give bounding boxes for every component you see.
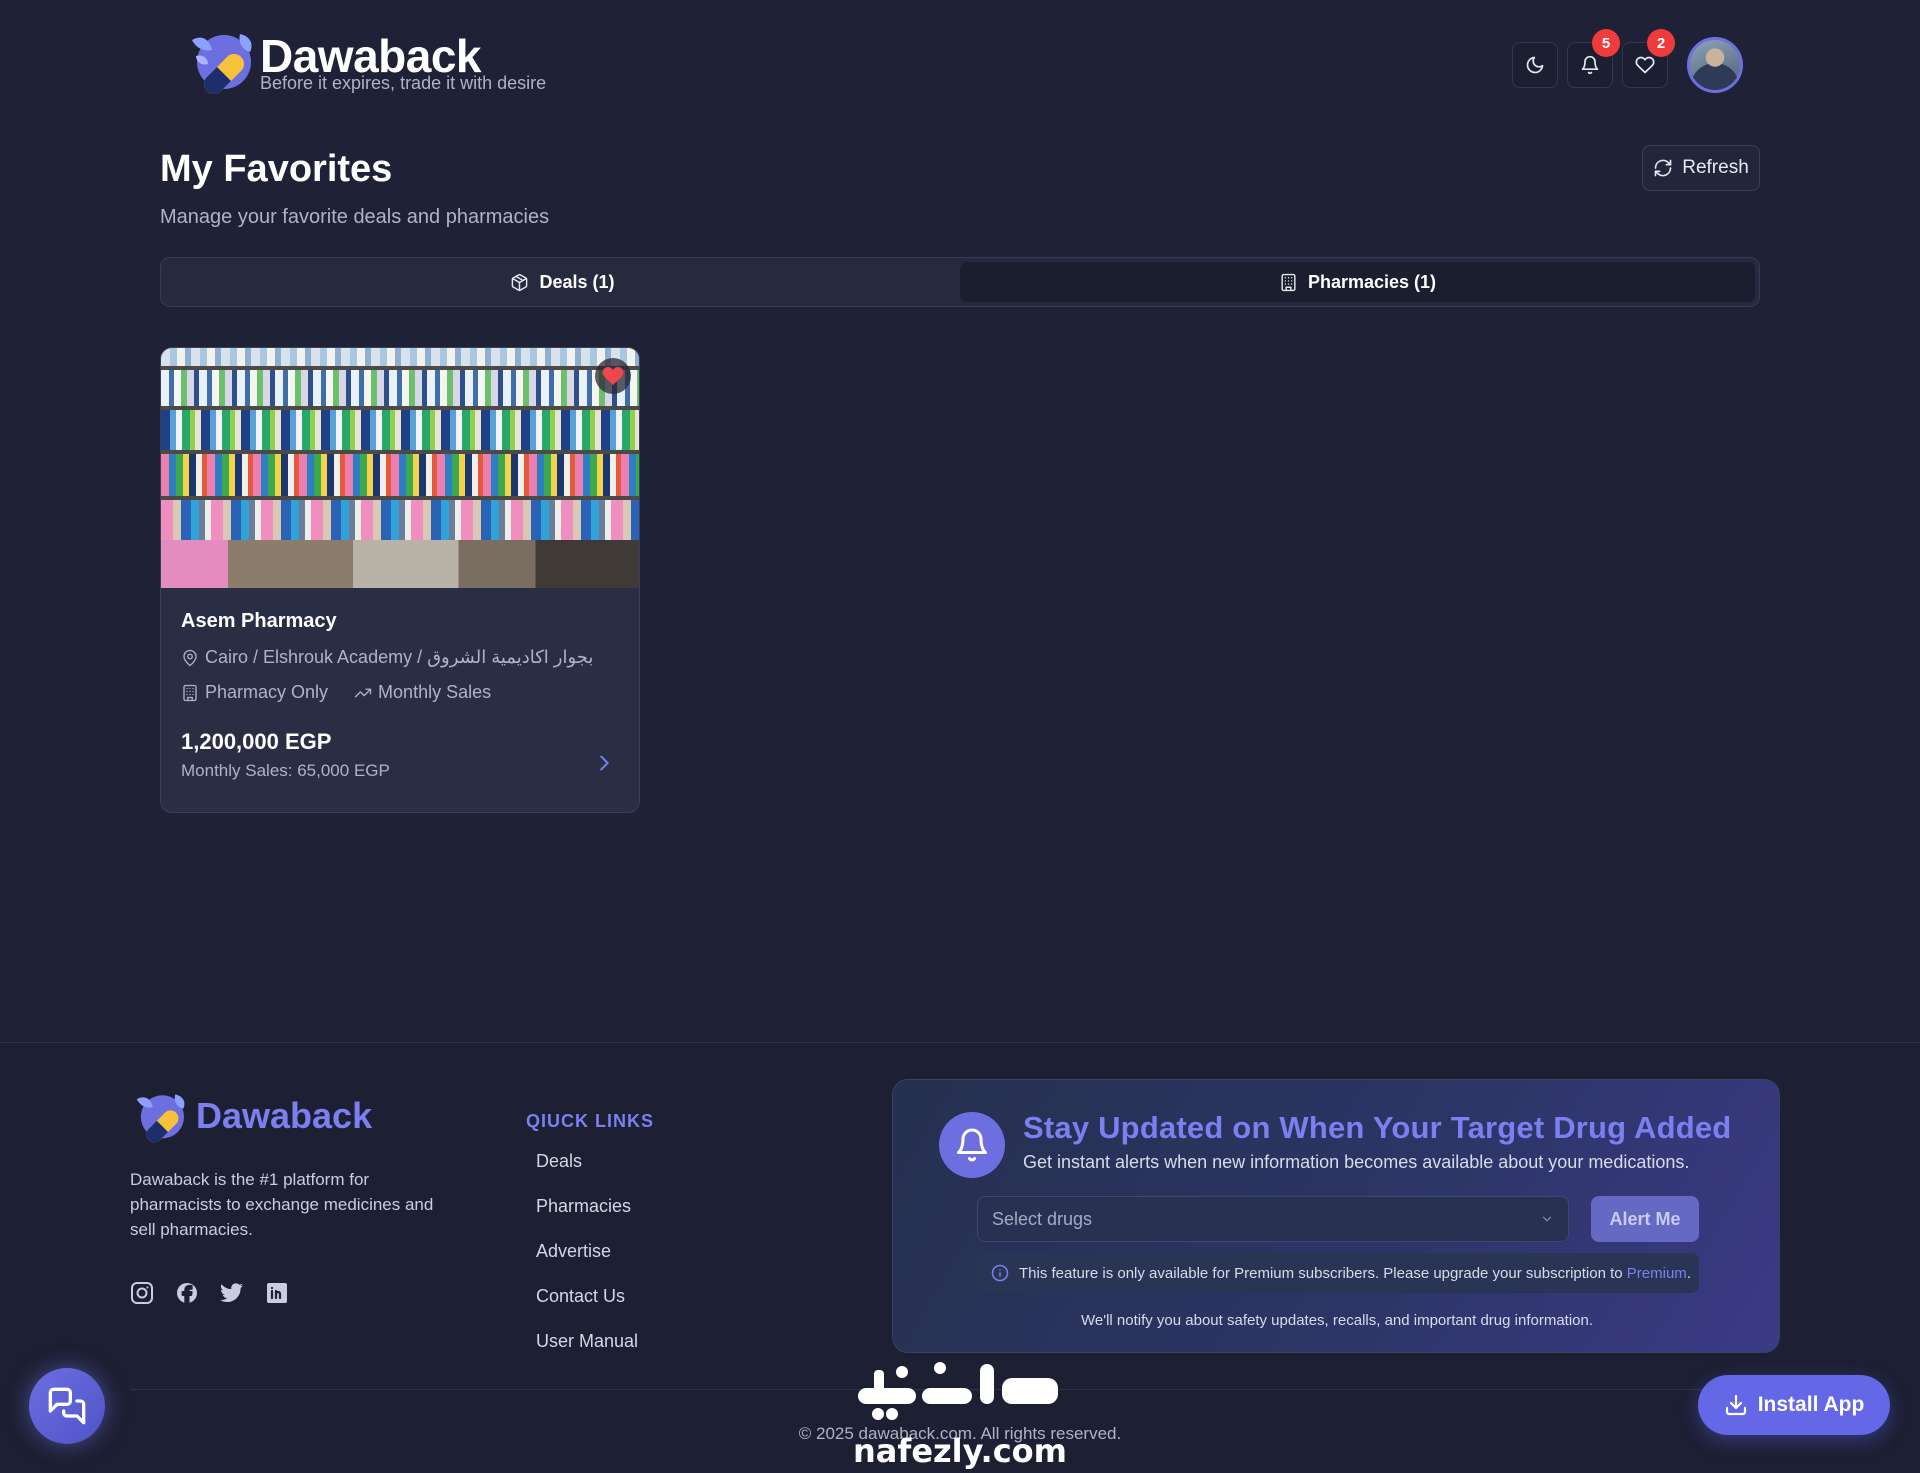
pharmacy-name: Asem Pharmacy — [181, 610, 337, 632]
premium-link[interactable]: Premium — [1627, 1265, 1687, 1282]
footer-link-contact-us[interactable]: Contact Us — [536, 1284, 638, 1329]
footer-link-user-manual[interactable]: User Manual — [536, 1329, 638, 1374]
refresh-icon — [1654, 159, 1672, 177]
facebook-link[interactable] — [175, 1281, 199, 1305]
svg-text:nafezly.com: nafezly.com — [853, 1432, 1067, 1470]
premium-notice-suffix: . — [1686, 1264, 1691, 1282]
trending-up-icon — [354, 688, 372, 697]
header-actions: 5 2 — [1512, 29, 1743, 93]
linkedin-icon — [267, 1283, 287, 1303]
chevron-right-icon — [600, 755, 609, 771]
user-avatar[interactable] — [1687, 37, 1743, 93]
heart-filled-icon — [602, 366, 624, 385]
footer-brand-name: Dawaback — [196, 1095, 373, 1136]
download-icon — [1725, 1394, 1746, 1416]
favorite-toggle-button[interactable] — [595, 358, 631, 394]
pharmacy-photo — [161, 348, 639, 588]
chat-button[interactable] — [29, 1368, 105, 1444]
linkedin-link[interactable] — [265, 1281, 289, 1305]
facebook-icon — [177, 1283, 197, 1304]
favorites-count-badge: 2 — [1647, 29, 1675, 57]
favorites-tabs: Deals (1) Pharmacies (1) — [160, 257, 1760, 307]
footer-link-pharmacies[interactable]: Pharmacies — [536, 1194, 638, 1239]
footer-link-advertise[interactable]: Advertise — [536, 1239, 638, 1284]
refresh-button[interactable]: Refresh — [1642, 145, 1760, 191]
chevron-down-icon — [1542, 1216, 1552, 1222]
alert-footnote: We'll notify you about safety updates, r… — [1080, 1312, 1594, 1329]
premium-notice: This feature is only available for Premi… — [977, 1253, 1699, 1293]
quick-links-list: Deals Pharmacies Advertise Contact Us Us… — [536, 1149, 638, 1374]
pharmacy-card[interactable]: Asem Pharmacy Cairo / Elshrouk Academy /… — [160, 347, 640, 813]
dawaback-logo-icon — [136, 1094, 185, 1143]
notifications-button[interactable]: 5 — [1567, 29, 1620, 88]
tab-pharmacies[interactable]: Pharmacies (1) — [960, 262, 1755, 302]
notifications-count-badge: 5 — [1592, 29, 1620, 57]
card-open-button[interactable] — [593, 752, 615, 774]
social-links — [130, 1281, 289, 1305]
alert-bell-badge — [939, 1112, 1005, 1178]
quick-links-title: QIUCK LINKS — [526, 1111, 654, 1131]
page-subtitle: Manage your favorite deals and pharmacie… — [160, 206, 550, 228]
instagram-icon — [131, 1282, 153, 1304]
drug-alert-panel: Stay Updated on When Your Target Drug Ad… — [892, 1079, 1780, 1353]
pharmacy-tags: Pharmacy Only Monthly Sales — [181, 682, 619, 703]
premium-notice-text: This feature is only available for Premi… — [1019, 1264, 1623, 1282]
twitter-link[interactable] — [220, 1281, 244, 1305]
dawaback-logo-icon — [192, 34, 252, 94]
heart-icon — [1635, 56, 1655, 74]
pharmacy-type-tag: Pharmacy Only — [205, 682, 329, 702]
moon-icon — [1526, 56, 1544, 74]
alert-subtitle: Get instant alerts when new information … — [1023, 1152, 1690, 1172]
package-icon — [512, 273, 528, 291]
building-icon — [183, 684, 197, 701]
instagram-link[interactable] — [130, 1281, 154, 1305]
alert-me-button[interactable]: Alert Me — [1591, 1196, 1699, 1242]
sales-type-tag: Monthly Sales — [378, 682, 492, 702]
location-text: Cairo / Elshrouk Academy / بجوار اكاديمي… — [205, 647, 594, 667]
favorites-button[interactable]: 2 — [1622, 29, 1675, 88]
install-app-button[interactable]: Install App — [1698, 1375, 1890, 1435]
chat-bubbles-icon — [48, 1387, 86, 1425]
page-title: My Favorites — [160, 148, 393, 190]
footer-link-deals[interactable]: Deals — [536, 1149, 638, 1194]
theme-toggle-button[interactable] — [1512, 42, 1558, 88]
brand-tagline: Before it expires, trade it with desire — [260, 73, 547, 93]
footer-brand[interactable]: Dawaback — [130, 1088, 372, 1144]
top-header: Dawaback Before it expires, trade it wit… — [0, 0, 1920, 120]
tab-deals-label: Deals (1) — [539, 271, 615, 292]
pharmacy-price: 1,200,000 EGP — [181, 729, 332, 754]
brand-home-link[interactable]: Dawaback Before it expires, trade it wit… — [184, 26, 546, 96]
drug-select[interactable]: Select drugs — [977, 1196, 1569, 1242]
pharmacy-monthly-sales: Monthly Sales: 65,000 EGP — [181, 761, 390, 780]
pharmacy-location: Cairo / Elshrouk Academy / بجوار اكاديمي… — [181, 647, 619, 668]
install-app-label: Install App — [1757, 1393, 1865, 1416]
twitter-icon — [220, 1283, 243, 1302]
nafezly-watermark-logo: nafezly.com — [853, 1362, 1067, 1470]
info-icon — [991, 1264, 1009, 1282]
building-icon — [1281, 273, 1296, 291]
tab-pharmacies-label: Pharmacies (1) — [1307, 271, 1437, 292]
drug-select-placeholder: Select drugs — [992, 1208, 1093, 1229]
bell-icon — [957, 1128, 987, 1162]
footer-description: Dawaback is the #1 platform for pharmaci… — [130, 1170, 434, 1239]
refresh-label: Refresh — [1682, 157, 1749, 178]
bell-icon — [1581, 55, 1599, 75]
alert-title: Stay Updated on When Your Target Drug Ad… — [1023, 1110, 1732, 1145]
map-pin-icon — [183, 649, 197, 666]
tab-deals[interactable]: Deals (1) — [165, 262, 960, 302]
